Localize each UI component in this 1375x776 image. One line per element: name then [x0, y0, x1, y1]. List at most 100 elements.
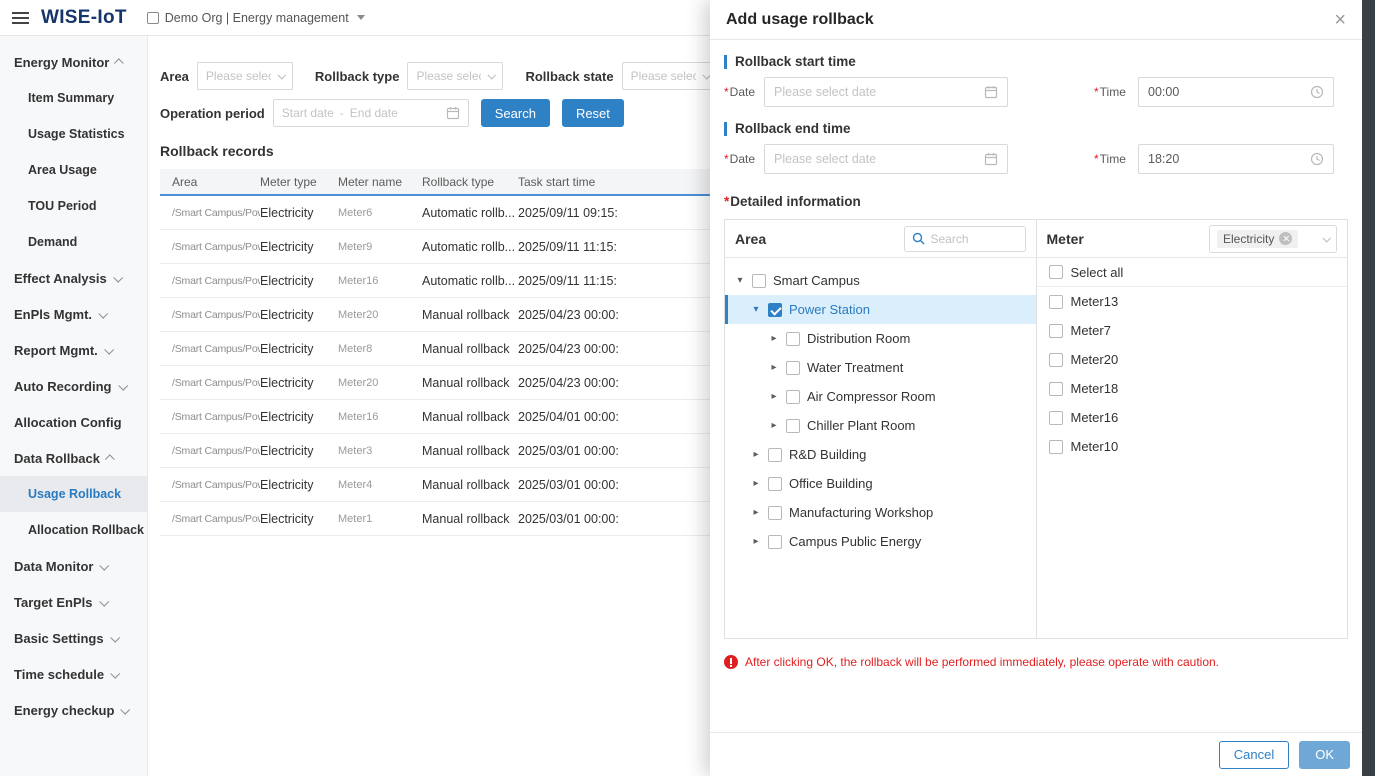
checkbox[interactable] [752, 274, 766, 288]
start-time-field[interactable] [1148, 85, 1310, 99]
meter-item-meter10[interactable]: Meter10 [1037, 432, 1348, 461]
caret-right-icon[interactable]: ▸ [751, 478, 761, 489]
sidebar-item-auto-recording[interactable]: Auto Recording [0, 368, 147, 404]
meter-item-meter13[interactable]: Meter13 [1037, 287, 1348, 316]
caret-right-icon[interactable]: ▸ [769, 362, 779, 373]
end-time-field[interactable] [1148, 152, 1310, 166]
checkbox[interactable] [1049, 295, 1063, 309]
tree-node-r-d-building[interactable]: ▸ R&D Building [725, 440, 1036, 469]
reset-button[interactable]: Reset [562, 99, 624, 127]
tag-label: Electricity [1223, 232, 1274, 246]
caret-down-icon[interactable]: ▾ [751, 304, 761, 315]
caret-right-icon[interactable]: ▸ [751, 536, 761, 547]
start-date-input[interactable] [764, 77, 1008, 107]
sidebar-item-demand[interactable]: Demand [0, 224, 147, 260]
sidebar-item-area-usage[interactable]: Area Usage [0, 152, 147, 188]
operation-period-input[interactable]: Start date - End date [273, 99, 469, 127]
checkbox[interactable] [786, 361, 800, 375]
rollback-state-filter-select[interactable]: Please select [622, 62, 718, 90]
sidebar-item-report-mgmt[interactable]: Report Mgmt. [0, 332, 147, 368]
cell-task-start-time: 2025/04/01 00:00: [518, 410, 718, 424]
start-date-field[interactable] [774, 85, 984, 99]
caret-right-icon[interactable]: ▸ [769, 391, 779, 402]
sidebar-item-usage-rollback[interactable]: Usage Rollback [0, 476, 147, 512]
sidebar-item-tou-period[interactable]: TOU Period [0, 188, 147, 224]
checkbox[interactable] [768, 535, 782, 549]
sidebar-item-data-monitor[interactable]: Data Monitor [0, 548, 147, 584]
caret-right-icon[interactable]: ▸ [751, 507, 761, 518]
sidebar-item-data-rollback[interactable]: Data Rollback [0, 440, 147, 476]
checkbox[interactable] [768, 448, 782, 462]
meter-item-meter7[interactable]: Meter7 [1037, 316, 1348, 345]
cell-meter-name: Meter20 [338, 309, 422, 321]
tree-node-air-compressor-room[interactable]: ▸Air Compressor Room [725, 382, 1036, 411]
sidebar-item-enpls-mgmt[interactable]: EnPls Mgmt. [0, 296, 147, 332]
chevron-up-icon [114, 58, 124, 68]
checkbox[interactable] [768, 477, 782, 491]
tree-node-distribution-room[interactable]: ▸Distribution Room [725, 324, 1036, 353]
tree-node-smart-campus[interactable]: ▾Smart Campus [725, 266, 1036, 295]
cell-meter-name: Meter16 [338, 411, 422, 423]
sidebar-item-usage-statistics[interactable]: Usage Statistics [0, 116, 147, 152]
meter-item-meter20[interactable]: Meter20 [1037, 345, 1348, 374]
end-date-field[interactable] [774, 152, 984, 166]
checkbox[interactable] [786, 419, 800, 433]
checkbox[interactable] [1049, 265, 1063, 279]
checkbox[interactable] [1049, 324, 1063, 338]
cancel-button[interactable]: Cancel [1219, 741, 1289, 769]
sidebar-item-item-summary[interactable]: Item Summary [0, 80, 147, 116]
caret-right-icon[interactable]: ▸ [751, 449, 761, 460]
cell-meter-type: Electricity [260, 342, 338, 356]
tree-node-water-treatment[interactable]: ▸Water Treatment [725, 353, 1036, 382]
start-time-input[interactable] [1138, 77, 1334, 107]
meter-item-meter18[interactable]: Meter18 [1037, 374, 1348, 403]
checkbox[interactable] [1049, 440, 1063, 454]
org-icon [147, 12, 159, 24]
end-date-input[interactable] [764, 144, 1008, 174]
org-selector[interactable]: Demo Org | Energy management [147, 11, 365, 25]
checkbox[interactable] [1049, 382, 1063, 396]
area-filter-select[interactable]: Please select [197, 62, 293, 90]
caret-right-icon[interactable]: ▸ [769, 420, 779, 431]
meter-item-meter16[interactable]: Meter16 [1037, 403, 1348, 432]
close-icon[interactable]: × [1334, 10, 1346, 30]
sidebar-item-allocation-config[interactable]: Allocation Config [0, 404, 147, 440]
remove-tag-icon[interactable] [1279, 232, 1292, 245]
tree-node-chiller-plant-room[interactable]: ▸Chiller Plant Room [725, 411, 1036, 440]
area-search[interactable] [904, 226, 1026, 252]
area-search-input[interactable] [931, 232, 1009, 246]
checkbox[interactable] [786, 390, 800, 404]
menu-icon[interactable] [12, 12, 29, 24]
search-button[interactable]: Search [481, 99, 550, 127]
caret-right-icon[interactable]: ▸ [769, 333, 779, 344]
meter-list: Select allMeter13Meter7Meter20Meter18Met… [1037, 258, 1348, 638]
end-time-input[interactable] [1138, 144, 1334, 174]
ok-button[interactable]: OK [1299, 741, 1350, 769]
checkbox[interactable] [1049, 353, 1063, 367]
sidebar-item-time-schedule[interactable]: Time schedule [0, 656, 147, 692]
sidebar-item-effect-analysis[interactable]: Effect Analysis [0, 260, 147, 296]
tree-node-power-station[interactable]: ▾Power Station [725, 295, 1036, 324]
meter-item-select-all[interactable]: Select all [1037, 258, 1348, 287]
sidebar-item-allocation-rollback[interactable]: Allocation Rollback [0, 512, 147, 548]
tree-node-office-building[interactable]: ▸Office Building [725, 469, 1036, 498]
sidebar-item-energy-monitor[interactable]: Energy Monitor [0, 44, 147, 80]
sidebar-item-label: EnPls Mgmt. [14, 307, 92, 322]
caret-down-icon[interactable]: ▾ [735, 275, 745, 286]
sidebar-item-target-enpls[interactable]: Target EnPls [0, 584, 147, 620]
meter-type-select[interactable]: Electricity [1209, 225, 1337, 253]
tree-node-manufacturing-workshop[interactable]: ▸Manufacturing Workshop [725, 498, 1036, 527]
checkbox[interactable] [768, 303, 782, 317]
tree-node-campus-public-energy[interactable]: ▸Campus Public Energy [725, 527, 1036, 556]
checkbox[interactable] [1049, 411, 1063, 425]
checkbox[interactable] [768, 506, 782, 520]
rollback-type-filter-select[interactable]: Please select [407, 62, 503, 90]
end-date-placeholder: End date [350, 106, 398, 120]
tree-node-label: R&D Building [789, 447, 866, 462]
sidebar-item-basic-settings[interactable]: Basic Settings [0, 620, 147, 656]
start-date-placeholder: Start date [282, 106, 334, 120]
checkbox[interactable] [786, 332, 800, 346]
add-usage-rollback-drawer: Add usage rollback × Rollback start time… [710, 0, 1362, 776]
sidebar-item-energy-checkup[interactable]: Energy checkup [0, 692, 147, 728]
cell-task-start-time: 2025/04/23 00:00: [518, 376, 718, 390]
